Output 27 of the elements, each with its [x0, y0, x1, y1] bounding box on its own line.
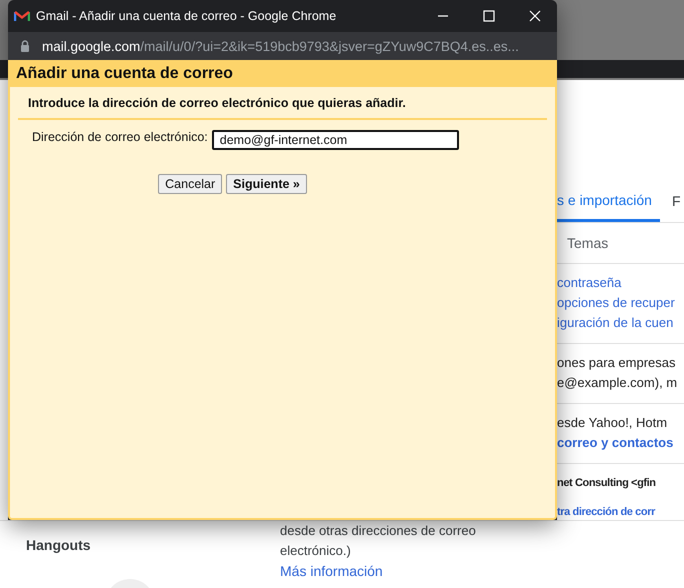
settings-link[interactable]: opciones de recuper — [557, 293, 684, 313]
settings-text: e@example.com), m — [557, 374, 678, 392]
account-name: net Consulting <gfin — [557, 476, 657, 491]
settings-link[interactable]: tra dirección de corr — [557, 502, 684, 522]
field-label: Dirección de correo electrónico: — [32, 130, 208, 144]
close-icon[interactable] — [529, 10, 541, 22]
mail-icon — [14, 10, 30, 22]
settings-link[interactable]: correo y contactos — [557, 433, 684, 453]
description-text: electrónico.) — [280, 542, 352, 560]
description-text: desde otras direcciones de correo — [280, 522, 476, 540]
settings-text: ones para empresas — [557, 354, 677, 372]
lock-icon — [20, 40, 30, 52]
instruction-text: Introduce la dirección de correo electrónico que quieras añadir. — [27, 95, 407, 112]
window-title: Gmail - Añadir una cuenta de correo - Google Chrome — [36, 9, 336, 23]
settings-tab[interactable]: Temas — [567, 235, 608, 251]
settings-link[interactable]: iguración de la cuen — [557, 313, 684, 333]
email-input[interactable]: demo@gf-internet.com — [212, 130, 459, 150]
more-info-link[interactable]: Más información — [280, 561, 476, 581]
settings-tab[interactable]: F — [672, 180, 680, 222]
next-button[interactable]: Siguiente » — [226, 174, 307, 194]
settings-text: esde Yahoo!, Hotm — [557, 414, 668, 432]
dialog-title: Añadir una cuenta de correo — [16, 65, 233, 82]
url-text: mail.google.com/mail/u/0/?ui=2&ik=519bcb9793&jsver=gZYuw9C7BQ4.es..es... — [42, 38, 519, 54]
maximize-icon[interactable] — [483, 10, 495, 22]
sidebar-item[interactable]: Hangouts — [26, 537, 91, 553]
settings-link[interactable]: contraseña — [557, 273, 684, 293]
cancel-button[interactable]: Cancelar — [158, 174, 222, 194]
